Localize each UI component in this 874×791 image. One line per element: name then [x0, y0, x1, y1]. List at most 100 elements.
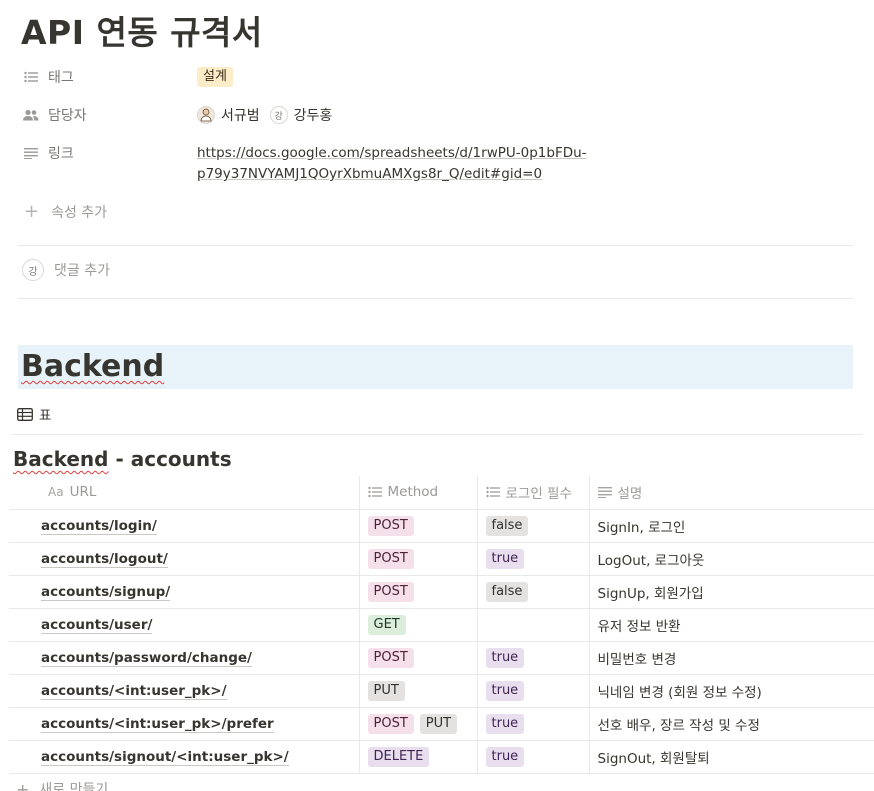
login-tag: false	[485, 581, 529, 602]
login-tag: false	[485, 515, 529, 536]
method-tag: POST	[367, 548, 414, 569]
cell-url[interactable]: accounts/logout/	[9, 542, 359, 576]
property-assignees[interactable]: 담당자 서규범 강 강두홍	[22, 103, 342, 127]
table-row[interactable]: accounts/logout/POST true LogOut, 로그아웃	[9, 542, 874, 576]
cell-method[interactable]: PUT	[358, 674, 477, 708]
property-link-key[interactable]: 링크	[22, 141, 197, 165]
cell-url[interactable]: accounts/user/	[9, 608, 359, 642]
url-text[interactable]: accounts/password/change/	[41, 649, 252, 667]
page-title[interactable]: API 연동 규격서	[21, 6, 263, 54]
cell-method[interactable]: POST	[358, 509, 477, 543]
column-header-method[interactable]: Method	[358, 476, 477, 510]
table-row[interactable]: accounts/<int:user_pk>/ PUT true 닉네임 변경 (회원…	[9, 674, 874, 708]
url-text[interactable]: accounts/<int:user_pk>/prefer	[41, 715, 274, 733]
method-tag: POST	[367, 581, 414, 602]
cell-method[interactable]: POST	[358, 641, 477, 675]
url-text[interactable]: accounts/user/	[41, 616, 153, 634]
table-row[interactable]: accounts/signout/<int:user_pk>/ DELETE tru…	[9, 740, 874, 774]
cell-method[interactable]: GET	[358, 608, 477, 642]
column-header-login[interactable]: 로그인 필수	[476, 476, 589, 510]
person-chip[interactable]: 서규범	[197, 105, 260, 125]
column-header-url[interactable]: Aa URL	[9, 476, 359, 510]
login-tag: true	[485, 746, 525, 767]
cell-description[interactable]: 닉네임 변경 (회원 정보 수정)	[588, 674, 874, 708]
view-tab-table[interactable]: 표	[17, 404, 51, 424]
property-tag-value[interactable]: 설계	[197, 67, 233, 87]
link-url-line1[interactable]: https://docs.google.com/spreadsheets/d/1…	[197, 143, 587, 164]
property-assignees-label: 담당자	[48, 108, 87, 124]
cell-method[interactable]: POST PUT	[358, 707, 477, 741]
person-chip[interactable]: 강 강두홍	[269, 105, 333, 125]
cell-login-required[interactable]: true	[476, 707, 589, 741]
table-icon	[17, 407, 33, 421]
person-name: 강두홍	[293, 108, 333, 124]
cell-login-required[interactable]: true	[476, 740, 589, 774]
cell-description[interactable]: SignOut, 회원탈퇴	[588, 740, 874, 774]
text-lines-icon	[597, 486, 612, 499]
add-property-button[interactable]: + 속성 추가	[24, 201, 107, 222]
property-link[interactable]: 링크 https://docs.google.com/spreadsheets/…	[22, 141, 587, 189]
cell-description[interactable]: SignUp, 회원가입	[588, 575, 874, 609]
property-tag-key[interactable]: 태그	[22, 67, 197, 87]
column-header-label: URL	[69, 484, 97, 501]
url-text[interactable]: accounts/<int:user_pk>/	[41, 682, 227, 700]
new-row-label: 새로 만들기	[39, 782, 109, 791]
heading-block[interactable]: Backend	[18, 345, 853, 389]
table-row[interactable]: accounts/signup/POST false SignUp, 회원가입	[9, 575, 874, 609]
avatar	[197, 106, 215, 124]
text-lines-icon	[22, 144, 40, 162]
cell-method[interactable]: POST	[358, 575, 477, 609]
table-row[interactable]: accounts/login/POST false SignIn, 로그인	[9, 509, 874, 543]
cell-method[interactable]: DELETE	[358, 740, 477, 774]
list-icon	[485, 486, 500, 498]
cell-url[interactable]: accounts/<int:user_pk>/prefer	[9, 707, 359, 741]
cell-description[interactable]: 유저 정보 반환	[588, 608, 874, 642]
column-header-desc[interactable]: 설명	[588, 476, 874, 510]
method-tag: POST	[367, 647, 414, 668]
database-title[interactable]: Backend - accounts	[13, 447, 232, 471]
cell-url[interactable]: accounts/signup/	[9, 575, 359, 609]
tag-badge[interactable]: 설계	[197, 67, 233, 87]
table-row[interactable]: accounts/password/change/POST true 비밀번호 변경	[9, 641, 874, 675]
cell-login-required[interactable]: true	[476, 542, 589, 576]
url-text[interactable]: accounts/login/	[41, 517, 157, 535]
url-text[interactable]: accounts/logout/	[41, 550, 168, 568]
method-tag: POST	[367, 515, 414, 536]
property-assignees-key[interactable]: 담당자	[22, 105, 197, 125]
url-text[interactable]: accounts/signout/<int:user_pk>/	[41, 748, 289, 766]
table-row[interactable]: accounts/<int:user_pk>/prefer POST PUT true…	[9, 707, 874, 741]
comment-placeholder[interactable]: 댓글 추가	[54, 260, 110, 280]
property-assignees-value[interactable]: 서규범 강 강두홍	[197, 105, 342, 125]
cell-login-required[interactable]: false	[476, 575, 589, 609]
property-link-value[interactable]: https://docs.google.com/spreadsheets/d/1…	[197, 141, 587, 185]
plus-icon: +	[16, 779, 30, 791]
cell-description[interactable]: 비밀번호 변경	[588, 641, 874, 675]
login-tag: true	[485, 680, 525, 701]
cell-url[interactable]: accounts/<int:user_pk>/	[9, 674, 359, 708]
cell-login-required[interactable]	[476, 608, 589, 642]
cell-description[interactable]: 선호 배우, 장르 작성 및 수정	[588, 707, 874, 741]
link-url-line2[interactable]: p79y37NVYAMJ1QOyrXbmuAMXgs8r_Q/edit#gid=…	[197, 164, 542, 185]
cell-url[interactable]: accounts/login/	[9, 509, 359, 543]
cell-method[interactable]: POST	[358, 542, 477, 576]
divider	[12, 434, 863, 435]
cell-login-required[interactable]: true	[476, 674, 589, 708]
cell-url[interactable]: accounts/password/change/	[9, 641, 359, 675]
url-text[interactable]: accounts/signup/	[41, 583, 171, 601]
new-row-button[interactable]: + 새로 만들기	[16, 779, 108, 791]
method-tag: GET	[367, 614, 406, 635]
cell-login-required[interactable]: true	[476, 641, 589, 675]
section-heading[interactable]: Backend	[21, 349, 164, 384]
property-tag[interactable]: 태그 설계	[22, 65, 233, 89]
cell-description[interactable]: SignIn, 로그인	[588, 509, 874, 543]
database-title-part1: Backend	[13, 447, 109, 471]
cell-login-required[interactable]: false	[476, 509, 589, 543]
divider	[18, 298, 853, 299]
title-type-icon: Aa	[48, 485, 64, 500]
add-comment[interactable]: 강 댓글 추가	[22, 259, 110, 281]
cell-url[interactable]: accounts/signout/<int:user_pk>/	[9, 740, 359, 774]
table-row[interactable]: accounts/user/GET 유저 정보 반환	[9, 608, 874, 642]
cell-description[interactable]: LogOut, 로그아웃	[588, 542, 874, 576]
column-header-label: 설명	[617, 486, 643, 503]
login-tag: true	[485, 548, 525, 569]
